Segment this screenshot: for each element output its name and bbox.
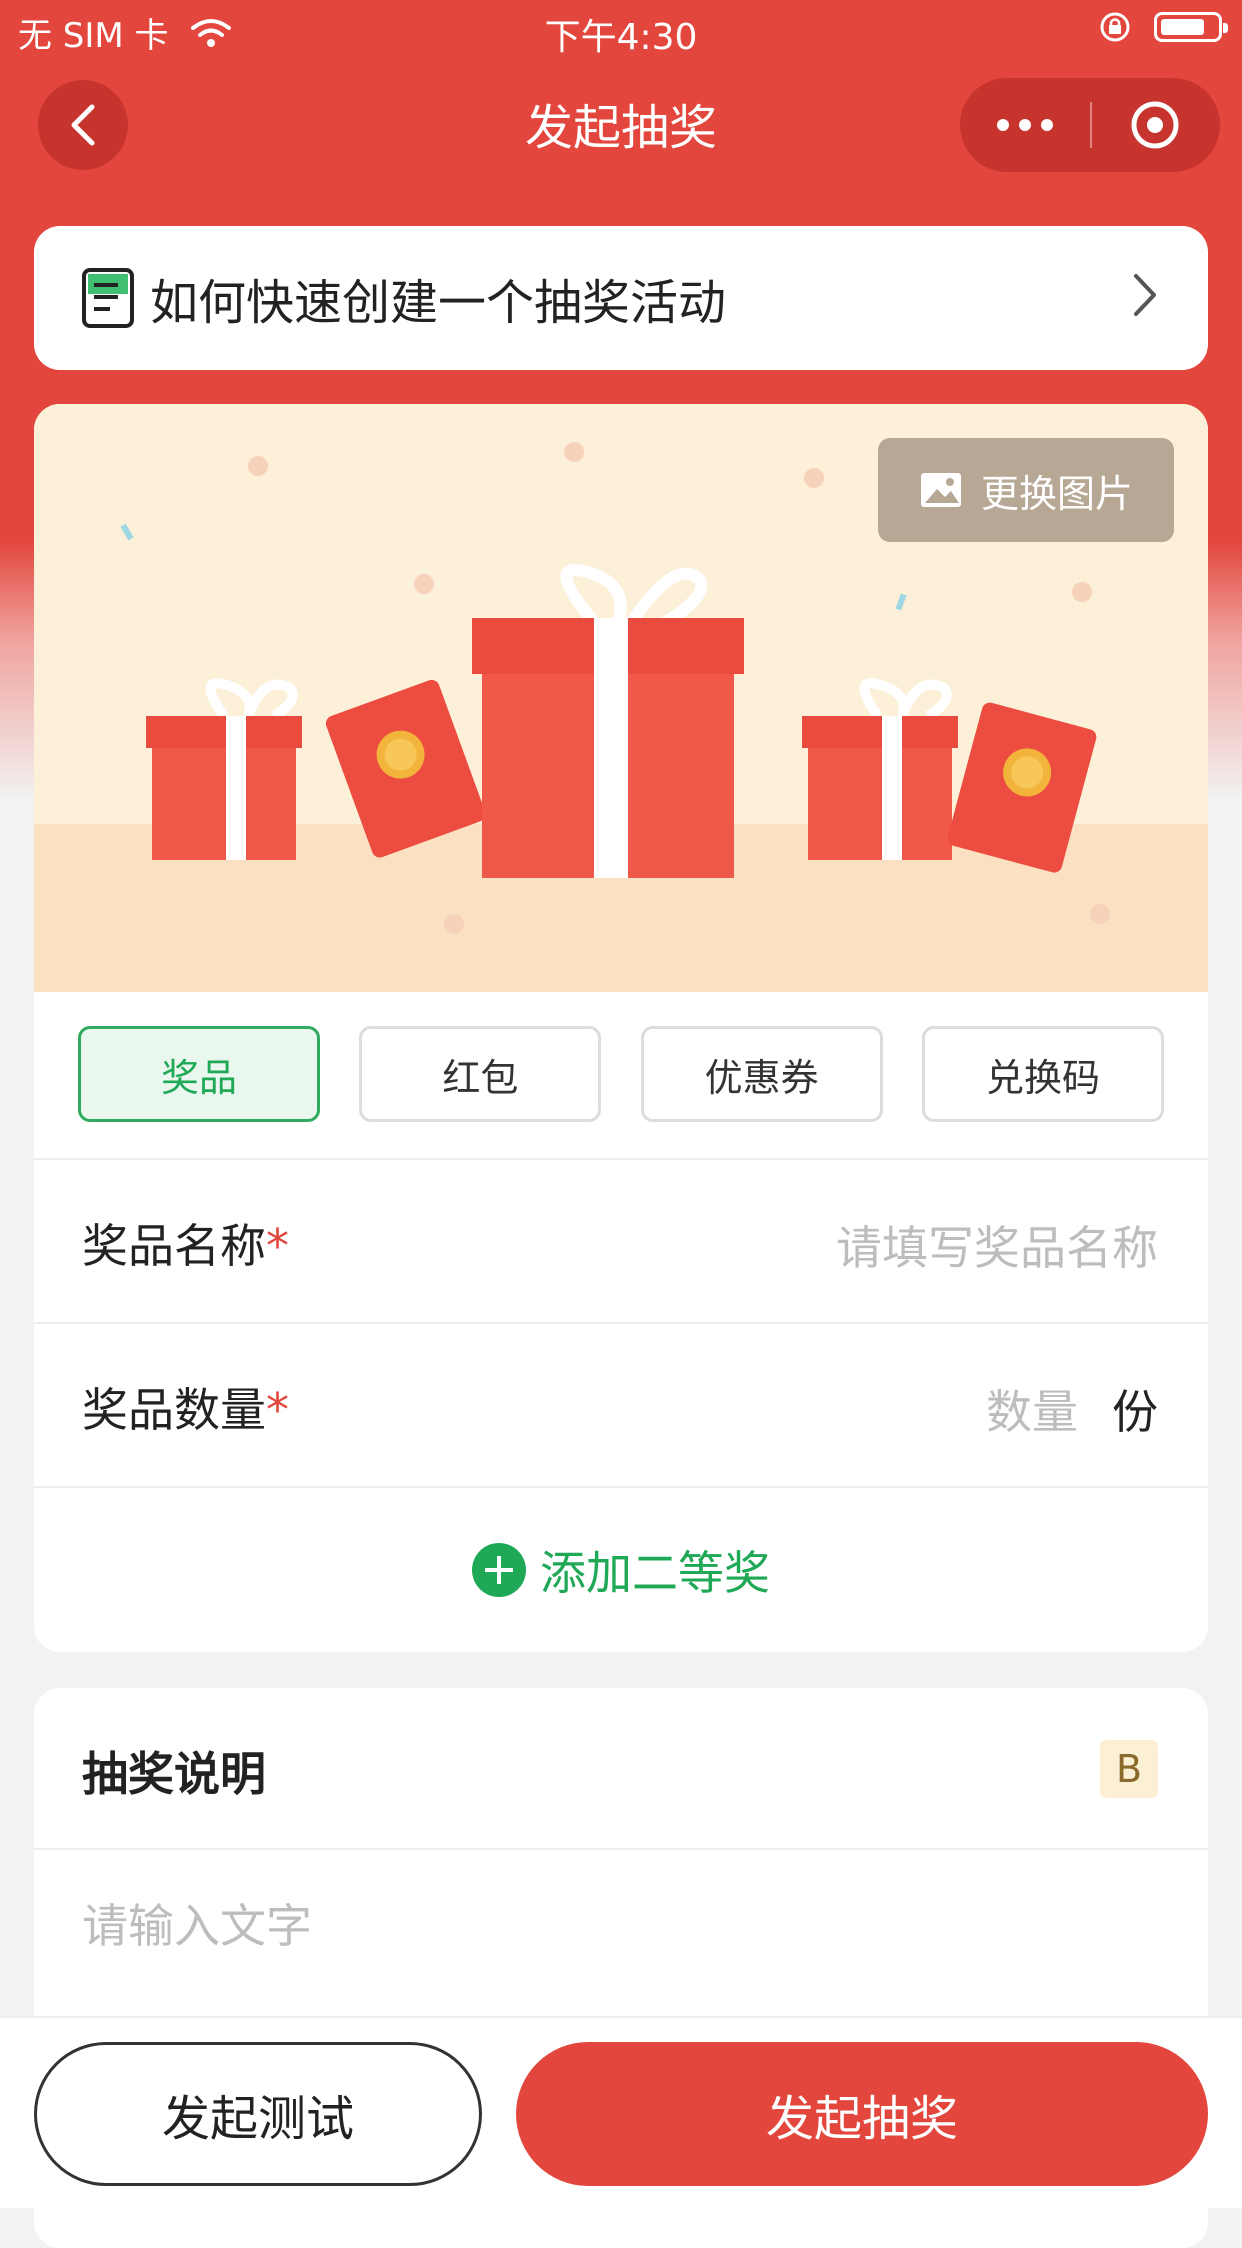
prize-card: 更换图片 奖品 红包 优惠券 兑换码 奖品名称* 请填写奖品名称 奖品数量* 数…	[34, 404, 1208, 1652]
tab-prize[interactable]: 奖品	[78, 1026, 320, 1122]
guide-text: 如何快速创建一个抽奖活动	[150, 275, 727, 331]
prize-quantity-unit: 份	[1112, 1385, 1158, 1439]
prize-banner-image: 更换图片	[34, 404, 1208, 992]
guide-document-icon	[82, 268, 134, 328]
prize-type-tabs: 奖品 红包 优惠券 兑换码	[78, 1026, 1164, 1122]
add-prize-label: 添加二等奖	[540, 1546, 770, 1600]
footer-bar: 发起测试 发起抽奖	[0, 2016, 1242, 2208]
change-image-button[interactable]: 更换图片	[878, 438, 1174, 542]
more-dot-icon	[1019, 119, 1031, 131]
required-mark: *	[266, 1383, 289, 1437]
orientation-lock-icon	[1100, 12, 1130, 42]
divider	[34, 1848, 1208, 1850]
tab-coupon[interactable]: 优惠券	[640, 1026, 883, 1122]
launch-test-button[interactable]: 发起测试	[34, 2042, 482, 2186]
chevron-right-icon	[1134, 274, 1156, 316]
prize-name-input[interactable]: 请填写奖品名称	[836, 1212, 1158, 1278]
prize-quantity-input[interactable]: 数量	[986, 1376, 1078, 1442]
prize-quantity-row[interactable]: 奖品数量* 数量 份	[34, 1322, 1208, 1486]
launch-lottery-button[interactable]: 发起抽奖	[516, 2042, 1208, 2186]
add-second-prize-button[interactable]: 添加二等奖	[34, 1488, 1208, 1652]
more-dot-icon	[997, 119, 1009, 131]
status-time: 下午4:30	[544, 17, 698, 58]
more-dot-icon	[1041, 119, 1053, 131]
description-input[interactable]: 请输入文字	[82, 1890, 312, 1956]
close-program-button[interactable]	[1090, 78, 1220, 172]
tab-red-packet[interactable]: 红包	[359, 1026, 602, 1122]
more-button[interactable]	[960, 78, 1090, 172]
tab-redeem-code[interactable]: 兑换码	[921, 1026, 1164, 1122]
prize-name-label: 奖品名称*	[82, 1219, 289, 1273]
plus-circle-icon	[472, 1543, 526, 1597]
mini-program-capsule	[960, 78, 1220, 172]
description-title: 抽奖说明	[82, 1747, 266, 1801]
add-prize-row: 添加二等奖	[34, 1486, 1208, 1650]
change-image-label: 更换图片	[980, 471, 1133, 516]
status-bar: 无 SIM 卡 下午4:30	[0, 0, 1242, 62]
bold-format-button[interactable]: B	[1100, 1740, 1158, 1798]
image-icon	[920, 473, 961, 507]
required-mark: *	[266, 1219, 289, 1273]
prize-quantity-label: 奖品数量*	[82, 1383, 289, 1437]
guide-link-card[interactable]: 如何快速创建一个抽奖活动	[34, 226, 1208, 370]
battery-icon	[1154, 12, 1228, 42]
prize-name-row[interactable]: 奖品名称* 请填写奖品名称	[34, 1158, 1208, 1322]
target-icon	[1131, 101, 1179, 149]
